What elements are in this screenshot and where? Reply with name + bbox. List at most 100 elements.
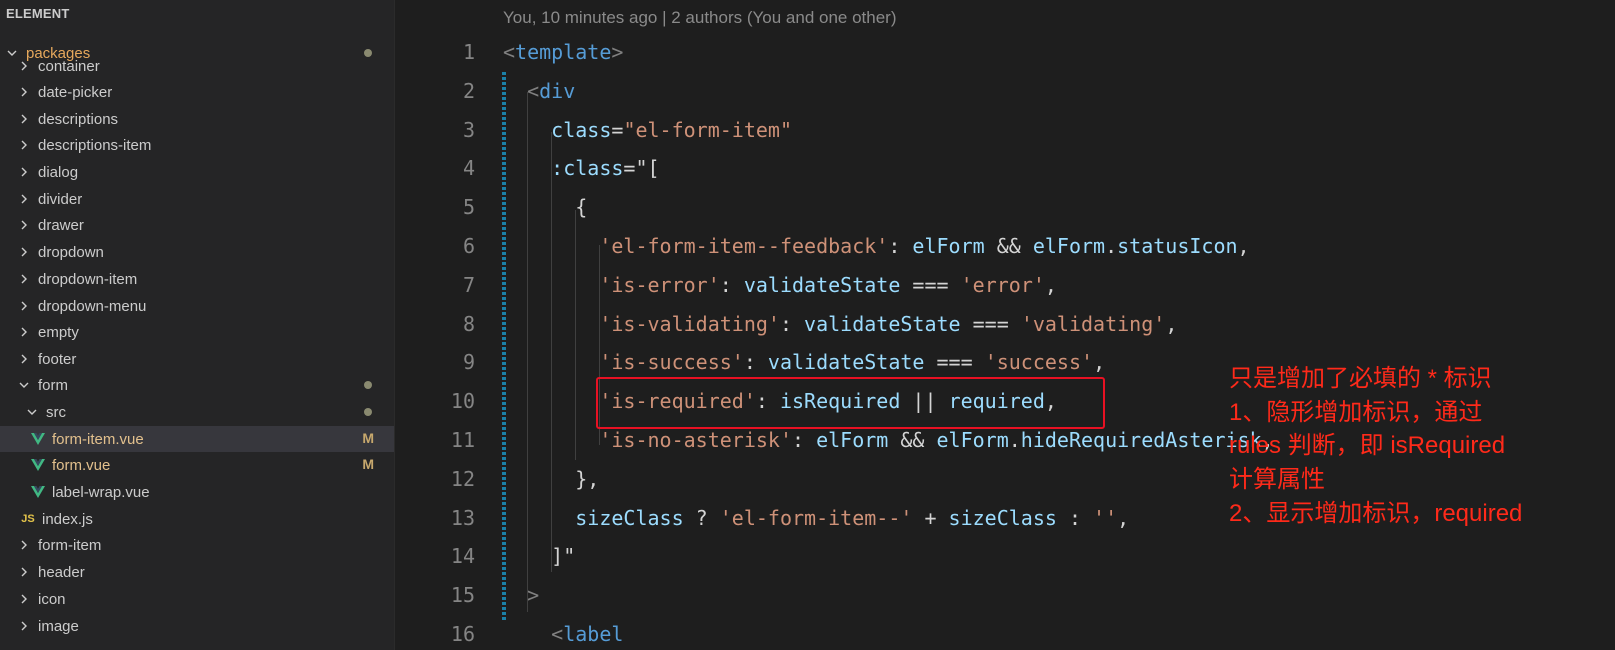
folder-dropdown-menu[interactable]: dropdown-menu: [0, 293, 394, 319]
tree-item-label: drawer: [38, 216, 84, 234]
code-token: <: [527, 78, 540, 103]
modified-dot-icon: [364, 381, 372, 389]
code-line[interactable]: sizeClass ? 'el-form-item--' + sizeClass…: [503, 506, 1129, 530]
code-token: 'el-form-item--feedback': [599, 234, 889, 258]
folder-descriptions[interactable]: descriptions: [0, 106, 394, 132]
code-line[interactable]: {: [503, 195, 587, 219]
code-token: .: [1105, 234, 1118, 258]
git-blame-annotation[interactable]: You, 10 minutes ago | 2 authors (You and…: [503, 8, 897, 28]
file-label-wrap-vue[interactable]: label-wrap.vue: [0, 479, 394, 505]
line-number: 12: [450, 466, 475, 491]
code-token: 'is-success': [599, 350, 744, 375]
code-token: },: [503, 466, 600, 491]
code-editor[interactable]: You, 10 minutes ago | 2 authors (You and…: [395, 0, 1615, 650]
folder-image[interactable]: image: [0, 613, 394, 639]
vue-file-icon: [30, 431, 46, 447]
tree-item-label: index.js: [42, 510, 93, 528]
annotation-line: 计算属性: [1229, 466, 1325, 493]
code-line[interactable]: :class="[: [503, 156, 660, 181]
chevron-right-icon: [16, 564, 32, 580]
chevron-right-icon: [16, 271, 32, 287]
code-line[interactable]: <label: [503, 622, 623, 646]
tree-item-label: date-picker: [38, 83, 113, 101]
required-highlight-box: [596, 377, 1105, 429]
code-token: :: [743, 350, 768, 375]
code-token: "el-form-item": [623, 117, 793, 142]
line-number: 8: [462, 311, 475, 336]
code-token: template: [515, 40, 612, 64]
code-line[interactable]: ]": [503, 544, 575, 568]
folder-src[interactable]: src: [0, 399, 394, 425]
code-line[interactable]: 'is-no-asterisk': elForm && elForm.hideR…: [503, 428, 1273, 452]
folder-dropdown[interactable]: dropdown: [0, 239, 394, 265]
code-token: ===: [900, 272, 961, 297]
code-token: >: [611, 40, 624, 64]
line-number: 7: [462, 272, 475, 297]
tree-item-label: form: [38, 376, 68, 394]
code-token: &&: [984, 234, 1033, 258]
code-line[interactable]: 'is-validating': validateState === 'vali…: [503, 312, 1177, 336]
chevron-right-icon: [16, 244, 32, 260]
annotation-line: rules 判断，即 isRequired: [1229, 432, 1506, 459]
code-token: elForm: [1032, 234, 1106, 258]
line-number: 16: [450, 622, 475, 646]
line-number: 14: [450, 544, 475, 569]
code-line[interactable]: >: [503, 583, 539, 607]
tree-item-label: form-item: [38, 536, 102, 554]
folder-date-picker[interactable]: date-picker: [0, 79, 394, 105]
folder-footer[interactable]: footer: [0, 346, 394, 372]
code-line[interactable]: },: [503, 467, 599, 491]
code-token: :: [719, 272, 744, 297]
code-token: 'error': [960, 272, 1045, 297]
file-form-vue[interactable]: form.vue M: [0, 452, 394, 478]
folder-descriptions-item[interactable]: descriptions-item: [0, 132, 394, 158]
code-line[interactable]: 'is-error': validateState === 'error',: [503, 273, 1057, 297]
code-line[interactable]: class="el-form-item": [503, 118, 792, 142]
file-index-js[interactable]: JS index.js: [0, 506, 394, 532]
chevron-right-icon: [16, 351, 32, 367]
folder-form[interactable]: form: [0, 372, 394, 398]
code-token: ]": [503, 544, 576, 569]
tree-item-label: descriptions-item: [38, 136, 152, 154]
code-token: {: [503, 195, 588, 220]
code-token: ="[: [623, 156, 660, 181]
folder-dialog[interactable]: dialog: [0, 159, 394, 185]
git-change-gutter[interactable]: [502, 72, 506, 622]
code-token: 'is-no-asterisk': [599, 428, 792, 452]
tree-item-label: empty: [38, 323, 79, 341]
folder-form-item[interactable]: form-item: [0, 532, 394, 558]
code-line[interactable]: <template>: [503, 40, 623, 64]
line-number: 9: [462, 350, 475, 375]
line-number: 11: [450, 428, 475, 452]
code-token: validateState: [767, 350, 925, 375]
folder-divider[interactable]: divider: [0, 186, 394, 212]
code-token: ===: [960, 311, 1021, 336]
explorer-title: ELEMENT: [6, 6, 70, 21]
code-token: elForm: [912, 234, 985, 258]
file-form-item-vue[interactable]: form-item.vue M: [0, 426, 394, 452]
tree-item-label: footer: [38, 350, 77, 368]
chevron-right-icon: [16, 217, 32, 233]
code-line[interactable]: <div: [503, 79, 575, 103]
folder-drawer[interactable]: drawer: [0, 212, 394, 238]
explorer-sidebar: ELEMENT packages container date-picker desc…: [0, 0, 395, 650]
code-line[interactable]: 'is-success': validateState === 'success…: [503, 350, 1105, 374]
tree-item-label: divider: [38, 190, 83, 208]
chevron-right-icon: [16, 618, 32, 634]
code-token: &&: [888, 428, 937, 452]
folder-empty[interactable]: empty: [0, 319, 394, 345]
code-token: sizeClass: [948, 505, 1057, 530]
code-line[interactable]: 'el-form-item--feedback': elForm && elFo…: [503, 234, 1249, 258]
folder-dropdown-item[interactable]: dropdown-item: [0, 266, 394, 292]
folder-icon[interactable]: icon: [0, 586, 394, 612]
folder-header[interactable]: header: [0, 559, 394, 585]
code-token: statusIcon: [1117, 234, 1238, 258]
tree-item-label: container: [38, 57, 100, 75]
folder-container[interactable]: container: [0, 53, 394, 79]
code-token: ,: [1165, 311, 1178, 336]
vue-file-icon: [30, 484, 46, 500]
code-token: >: [527, 583, 540, 608]
